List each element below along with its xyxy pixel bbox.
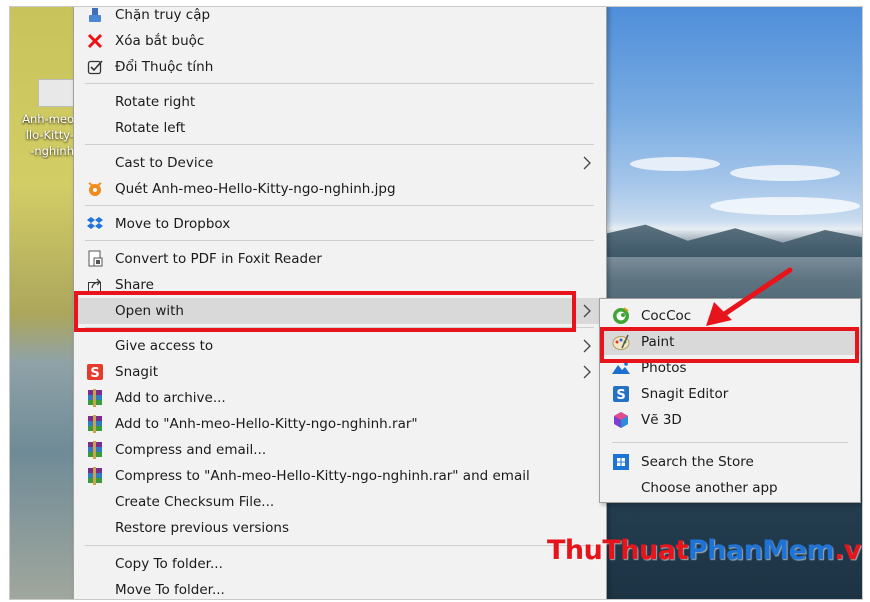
cloud [710,197,860,215]
submenu-item-ve-3d[interactable]: Vẽ 3D [600,407,860,433]
menu-separator [85,240,594,241]
svg-text:S: S [616,388,625,402]
cloud [730,165,840,181]
svg-text:S: S [90,366,99,380]
submenu-item-search-the-store[interactable]: Search the Store [600,449,860,475]
desktop-file-icon[interactable] [38,79,74,107]
store-icon [612,453,630,471]
menu-item-add-to-archive[interactable]: Add to archive... [74,385,606,411]
paint3d-icon [612,411,630,429]
submenu-item-choose-another-app[interactable]: Choose another app [600,475,860,501]
menu-item-snagit[interactable]: S Snagit [74,359,606,385]
menu-item-restore-previous-versions[interactable]: Restore previous versions [74,515,606,541]
winrar-icon [86,441,104,459]
menu-item-xoa-bat-buoc[interactable]: Xóa bắt buộc [74,28,606,54]
menu-item-compress-to-rar-and-email[interactable]: Compress to "Anh-meo-Hello-Kitty-ngo-ngh… [74,463,606,489]
coccoc-icon [612,307,630,325]
cloud [630,157,720,171]
menu-item-doi-thuoc-tinh[interactable]: Đổi Thuộc tính [74,54,606,80]
foxit-icon [86,250,104,268]
desktop-file-label[interactable]: Anh-meo llo-Kitty- -nghinh [12,111,74,159]
menu-item-quet[interactable]: Quét Anh-meo-Hello-Kitty-ngo-nghinh.jpg [74,176,606,202]
menu-item-cast-to-device[interactable]: Cast to Device [74,150,606,176]
snagit-icon: S [612,385,630,403]
red-x-icon [86,32,104,50]
menu-item-rotate-right[interactable]: Rotate right [74,89,606,115]
annotation-arrow [706,267,793,326]
menu-separator [85,545,594,546]
chevron-right-icon [580,301,594,321]
annotation-box-paint [600,327,859,363]
coccoc-scan-icon [86,180,104,198]
winrar-icon [86,415,104,433]
winrar-icon [86,467,104,485]
annotation-box-open-with [74,291,576,332]
submenu-separator [612,442,848,443]
menu-item-add-to-rar[interactable]: Add to "Anh-meo-Hello-Kitty-ngo-nghinh.r… [74,411,606,437]
menu-item-copy-to-folder[interactable]: Copy To folder... [74,551,606,577]
checkbox-icon [86,58,104,76]
menu-item-move-to-folder[interactable]: Move To folder... [74,577,606,599]
chevron-right-icon [580,336,594,356]
snagit-icon: S [86,363,104,381]
submenu-item-snagit-editor[interactable]: S Snagit Editor [600,381,860,407]
screenshot-frame: Anh-meo llo-Kitty- -nghinh Chặn truy cập… [9,6,863,600]
menu-item-create-checksum[interactable]: Create Checksum File... [74,489,606,515]
watermark: ThuThuatPhanMem.vn [547,535,862,566]
broom-icon [86,7,104,24]
menu-separator [85,205,594,206]
menu-item-rotate-left[interactable]: Rotate left [74,115,606,141]
menu-item-give-access-to[interactable]: Give access to [74,333,606,359]
chevron-right-icon [580,153,594,173]
menu-item-chan-truy-cap[interactable]: Chặn truy cập [74,7,606,28]
menu-item-convert-to-pdf[interactable]: Convert to PDF in Foxit Reader [74,246,606,272]
menu-separator [85,144,594,145]
menu-item-compress-and-email[interactable]: Compress and email... [74,437,606,463]
chevron-right-icon [580,362,594,382]
winrar-icon [86,389,104,407]
menu-separator [85,83,594,84]
menu-item-move-to-dropbox[interactable]: Move to Dropbox [74,211,606,237]
dropbox-icon [86,215,104,233]
